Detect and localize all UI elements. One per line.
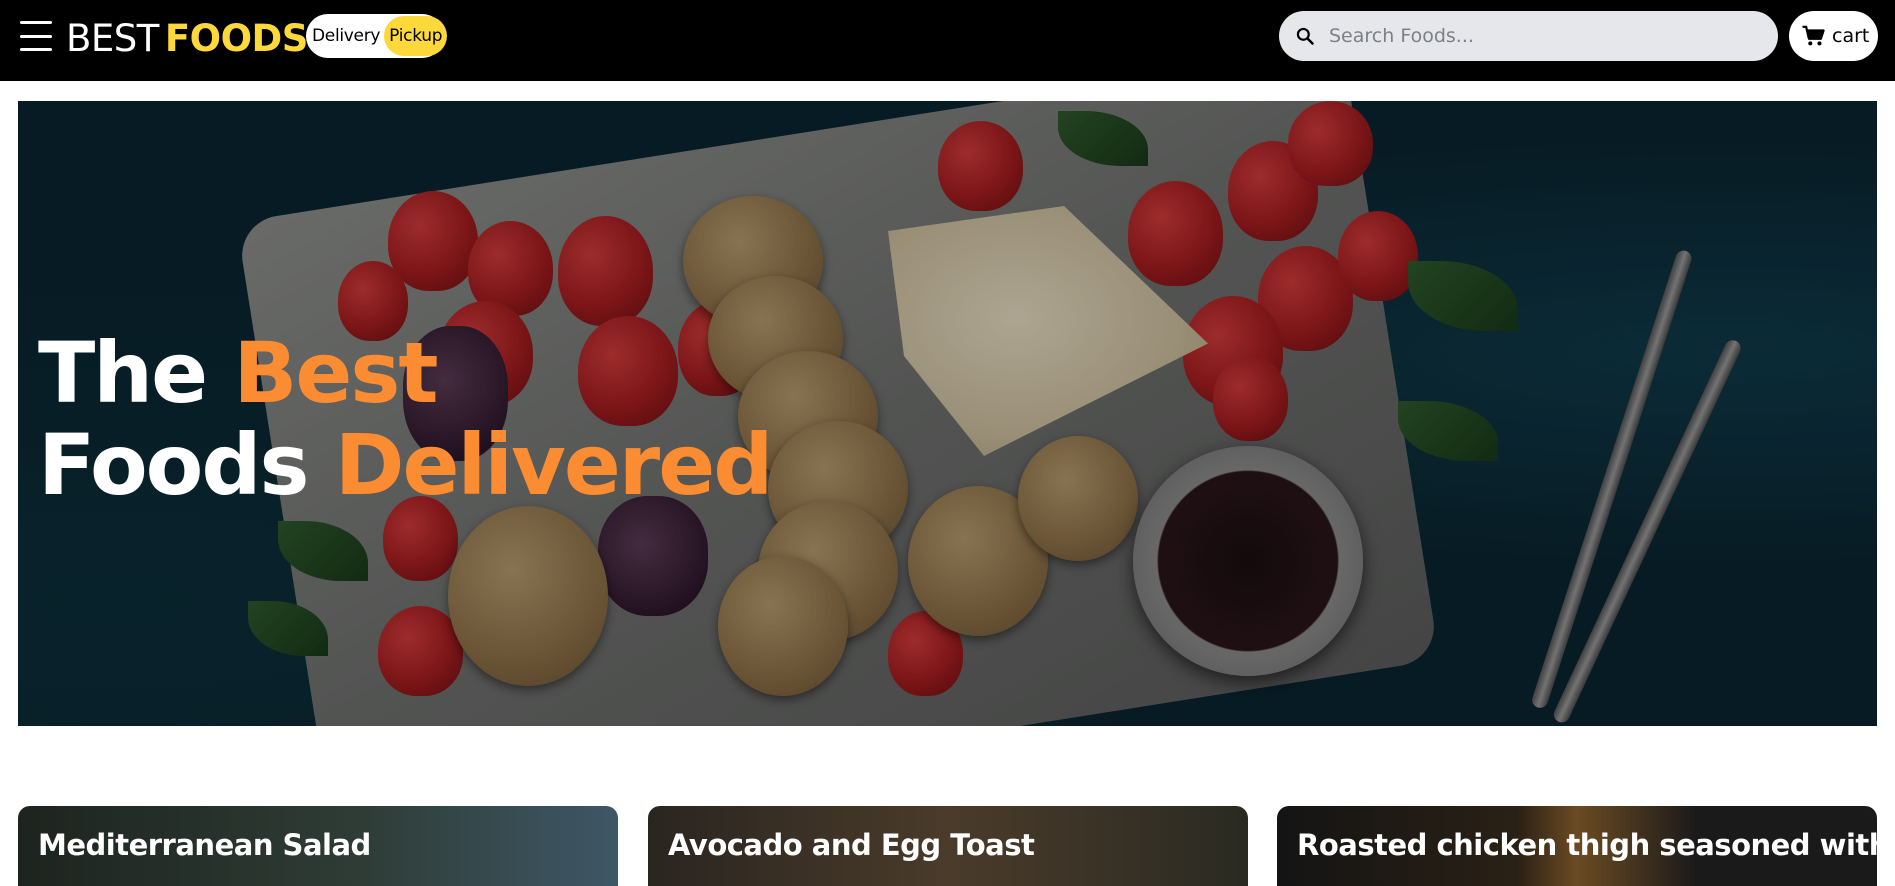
search-icon xyxy=(1296,27,1314,45)
logo-text-light: BEST xyxy=(66,17,159,60)
food-card-avocado-egg-toast[interactable]: Avocado and Egg Toast xyxy=(648,806,1248,886)
cart-icon xyxy=(1802,25,1825,46)
hero-headline-line2-accent: Delivered xyxy=(334,416,774,514)
top-navigation-bar: BESTFOODS Delivery Pickup cart xyxy=(0,0,1895,81)
hero-headline-line1-accent: Best xyxy=(233,324,438,422)
hero-headline-line1-plain: The xyxy=(38,324,208,422)
hero-headline: The Best Foods Delivered xyxy=(38,324,774,514)
food-card-roasted-chicken-thigh[interactable]: Roasted chicken thigh seasoned with xyxy=(1277,806,1877,886)
brand-logo[interactable]: BEST FOODS xyxy=(66,15,308,63)
hero-banner: The Best Foods Delivered xyxy=(18,101,1877,726)
cart-label: cart xyxy=(1832,25,1870,47)
food-card-mediterranean-salad[interactable]: Mediterranean Salad xyxy=(18,806,618,886)
delivery-option[interactable]: Delivery xyxy=(310,16,384,56)
search-bar xyxy=(1279,11,1778,61)
food-card-grid: Mediterranean Salad Avocado and Egg Toas… xyxy=(18,806,1877,886)
hero-headline-line2-plain: Foods xyxy=(38,416,310,514)
pickup-option[interactable]: Pickup xyxy=(384,16,448,56)
menu-icon[interactable] xyxy=(20,21,52,51)
delivery-pickup-toggle: Delivery Pickup xyxy=(306,14,448,58)
cart-button[interactable]: cart xyxy=(1789,11,1878,61)
logo-text-bold: FOODS xyxy=(164,17,309,60)
search-input[interactable] xyxy=(1321,11,1761,61)
